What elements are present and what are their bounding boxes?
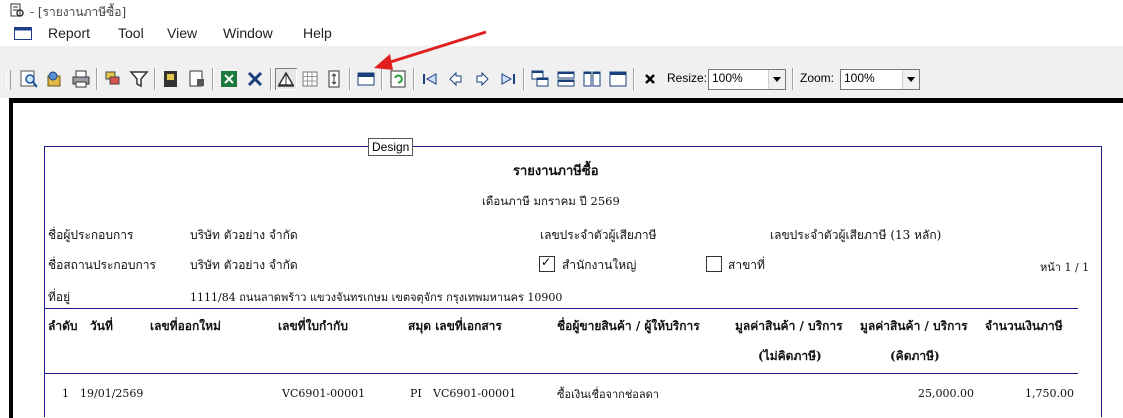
toolbar-separator <box>792 68 794 90</box>
branch-label: ชื่อสถานประกอบการ <box>48 258 156 272</box>
resize-label: Resize: <box>667 71 708 85</box>
toolbar-separator <box>633 68 635 90</box>
row-tax: 1,750.00 <box>1025 387 1074 400</box>
design-icon[interactable] <box>275 68 297 90</box>
chevron-down-icon[interactable] <box>768 70 785 89</box>
row-book: PI <box>410 387 422 400</box>
row-invoice-no: VC6901-00001 <box>282 387 366 400</box>
menu-bar: Report Tool View Window Help <box>0 22 1123 46</box>
cascade-icon[interactable] <box>529 68 551 90</box>
toolbar-separator <box>96 68 98 90</box>
col-vendor: ชื่อผู้ขายสินค้า / ผู้ให้บริการ <box>557 319 700 333</box>
col-value-incl: มูลค่าสินค้า / บริการ <box>860 319 968 333</box>
last-page-icon[interactable] <box>497 68 519 90</box>
page-setup-icon[interactable] <box>186 68 208 90</box>
address-label: ที่อยู่ <box>48 290 71 304</box>
head-office-checkbox[interactable] <box>539 255 555 272</box>
col-invoice-no: เลขที่ใบกำกับ <box>278 319 348 333</box>
branch-checkbox[interactable] <box>706 256 722 272</box>
col-value-excl-sub: (ไม่คิดภาษี) <box>758 349 822 363</box>
toolbar-separator <box>349 68 351 90</box>
window-title: - [รายงานภาษีซื้อ] <box>30 5 127 19</box>
taxid-note: เลขประจำตัวผู้เสียภาษี (13 หลัก) <box>770 228 942 242</box>
table-top-rule <box>44 308 1078 309</box>
design-tooltip: Design <box>368 138 414 156</box>
maximize-window-icon[interactable] <box>607 68 629 90</box>
operator-value: บริษัท ตัวอย่าง จำกัด <box>190 228 298 242</box>
page-number: หน้า 1 / 1 <box>1040 261 1090 274</box>
grid-icon[interactable] <box>299 68 321 90</box>
resize-value: 100% <box>712 71 743 85</box>
report-page <box>44 146 1102 417</box>
taxid-label: เลขประจำตัวผู้เสียภาษี <box>540 228 657 242</box>
row-date: 19/01/2569 <box>80 387 144 400</box>
report-app-icon <box>10 3 24 17</box>
col-tax: จำนวนเงินภาษี <box>985 319 1063 333</box>
group-icon[interactable] <box>102 68 124 90</box>
toolbar-separator <box>154 68 156 90</box>
toolbar: Resize: 100% Zoom: 100% <box>0 46 1123 98</box>
menu-help[interactable]: Help <box>303 25 332 41</box>
col-book-doc: สมุด เลขที่เอกสาร <box>408 319 502 333</box>
zoom-select[interactable]: 100% <box>840 69 920 90</box>
print-icon[interactable] <box>70 68 92 90</box>
branch-option-label: สาขาที่ <box>728 258 765 272</box>
toolbar-separator <box>523 68 525 90</box>
toolbar-separator <box>270 68 272 90</box>
table-header-rule <box>44 373 1078 374</box>
menu-tool[interactable]: Tool <box>118 25 144 41</box>
col-value-incl-sub: (คิดภาษี) <box>890 349 940 363</box>
resize-select[interactable]: 100% <box>708 69 786 90</box>
col-new-no: เลขที่ออกใหม่ <box>150 319 221 333</box>
export-icon[interactable] <box>44 68 66 90</box>
report-viewer: Design รายงานภาษีซื้อ เดือนภาษี มกราคม ป… <box>0 98 1123 418</box>
report-title: รายงานภาษีซื้อ <box>513 164 599 179</box>
menu-view[interactable]: View <box>167 25 197 41</box>
zoom-value: 100% <box>844 71 875 85</box>
row-no: 1 <box>62 387 69 400</box>
viewer-frame-left <box>9 98 13 418</box>
address-value: 1111/84 ถนนลาดพร้าว แขวงจันทรเกษม เขตจตุ… <box>190 291 563 304</box>
excel-export-icon[interactable] <box>244 68 266 90</box>
row-vendor: ซื้อเงินเชื่อจากช่อลดา <box>557 388 659 401</box>
toolbar-separator <box>212 68 214 90</box>
tile-horizontal-icon[interactable] <box>555 68 577 90</box>
viewer-frame-top <box>9 98 1123 103</box>
filter-icon[interactable] <box>128 68 150 90</box>
row-doc-no: VC6901-00001 <box>433 387 517 400</box>
mdi-window-icon[interactable] <box>14 27 32 40</box>
col-date: วันที่ <box>90 319 113 333</box>
zoom-label: Zoom: <box>800 71 835 85</box>
head-office-label: สำนักงานใหญ่ <box>562 258 637 272</box>
report-book-icon[interactable] <box>160 68 182 90</box>
col-value-excl: มูลค่าสินค้า / บริการ <box>735 319 843 333</box>
menu-window[interactable]: Window <box>223 25 273 41</box>
chevron-down-icon[interactable] <box>902 70 919 89</box>
close-icon[interactable] <box>639 68 661 90</box>
annotation-arrow <box>374 30 487 70</box>
report-period: เดือนภาษี มกราคม ปี 2569 <box>482 194 620 208</box>
preview-icon[interactable] <box>18 68 40 90</box>
row-value-incl: 25,000.00 <box>918 387 974 400</box>
excel-icon[interactable] <box>218 68 240 90</box>
branch-value: บริษัท ตัวอย่าง จำกัด <box>190 258 298 272</box>
toolbar-grip[interactable] <box>6 70 11 90</box>
fit-height-icon[interactable] <box>323 68 345 90</box>
title-bar: - [รายงานภาษีซื้อ] <box>0 0 1123 22</box>
menu-report[interactable]: Report <box>48 25 90 41</box>
operator-label: ชื่อผู้ประกอบการ <box>48 228 134 242</box>
tile-vertical-icon[interactable] <box>581 68 603 90</box>
col-no: ลำดับ <box>48 319 78 333</box>
